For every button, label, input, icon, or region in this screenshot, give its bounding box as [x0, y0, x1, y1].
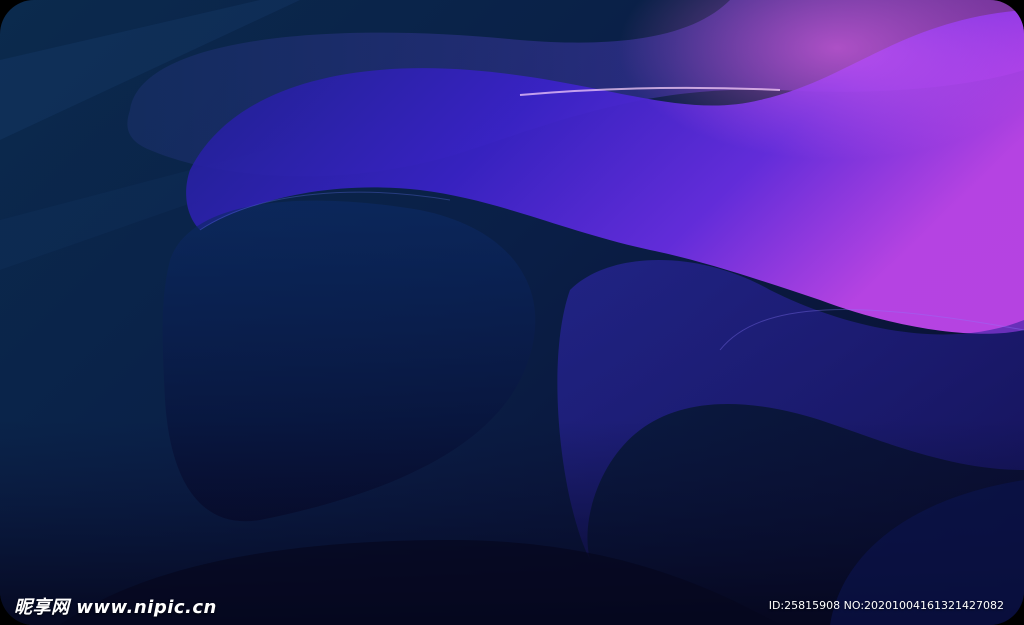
image-id-watermark: ID:25815908 NO:20201004161321427082 [768, 599, 1004, 612]
wave-artwork [0, 0, 1024, 625]
abstract-wave-background: 昵享网 www.nipic.cn ID:25815908 NO:20201004… [0, 0, 1024, 625]
site-watermark: 昵享网 www.nipic.cn [14, 597, 217, 618]
